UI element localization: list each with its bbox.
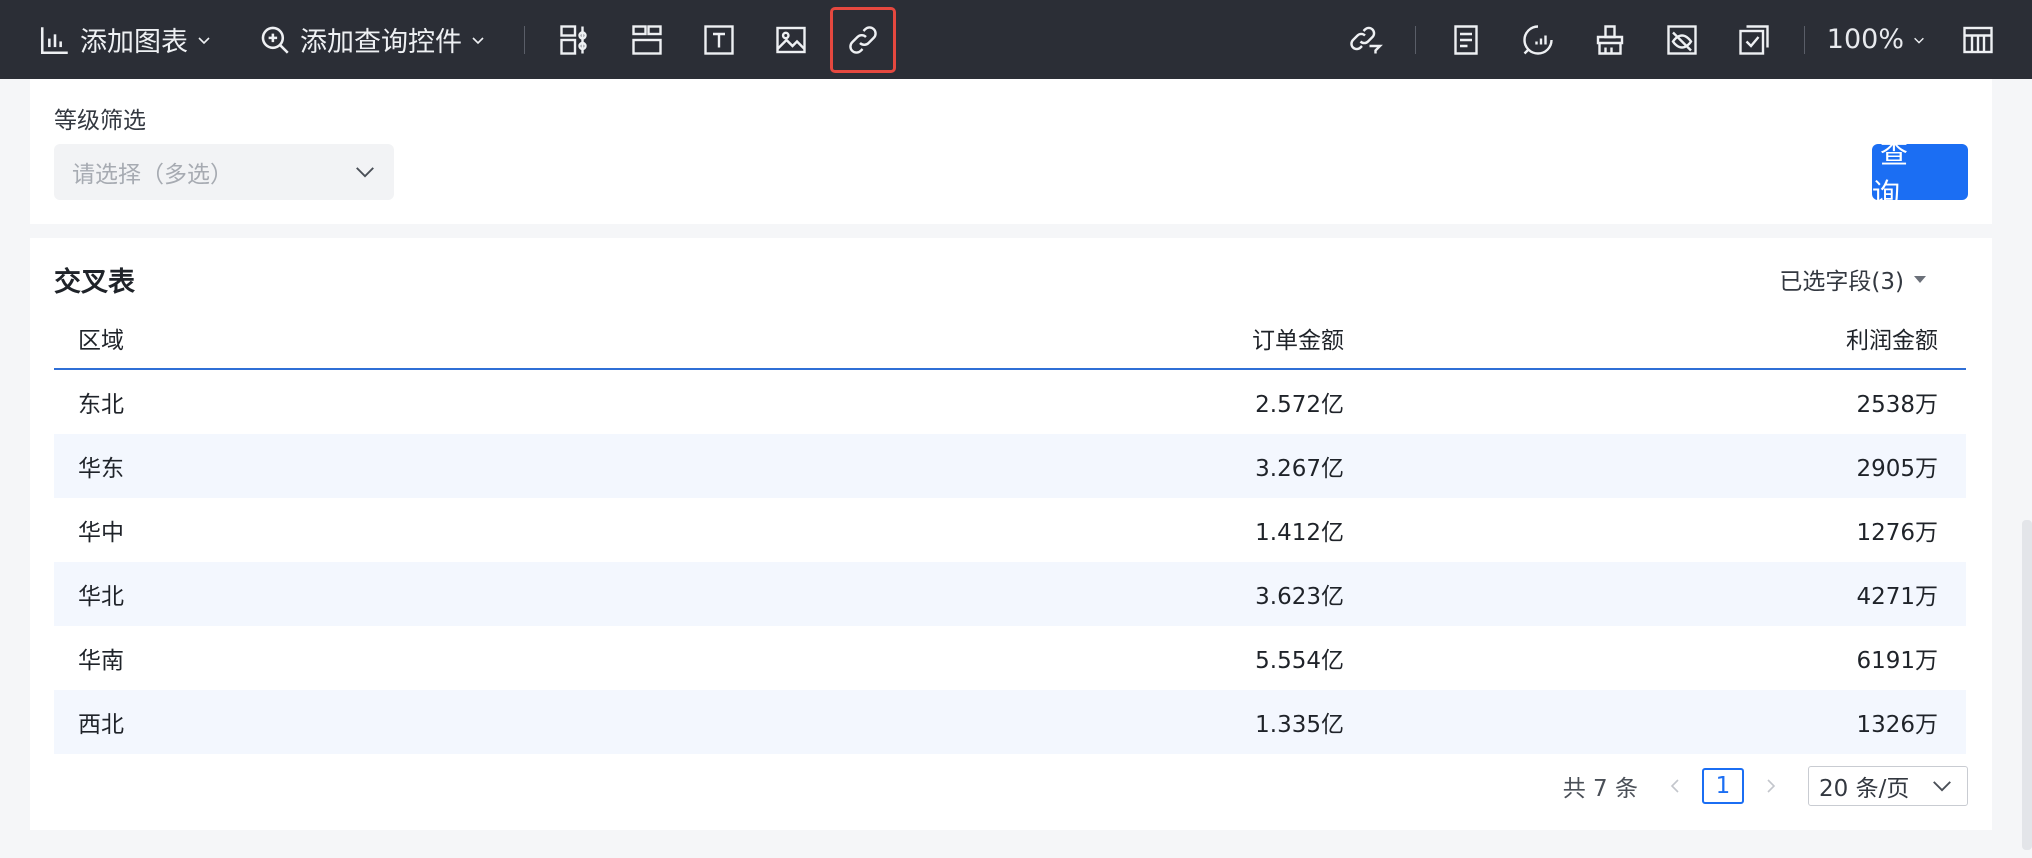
toolbar-divider bbox=[1414, 25, 1416, 54]
chevron-down-icon bbox=[1914, 37, 1924, 44]
cell-region: 华东 bbox=[78, 456, 124, 482]
query-button[interactable]: 查 询 bbox=[1872, 137, 1968, 210]
image-icon bbox=[776, 26, 806, 53]
pagination: 共 7 条 1 20 条/页 bbox=[1563, 766, 1968, 806]
top-toolbar: 添加图表 添加查询控件 100% bbox=[0, 0, 2032, 79]
layout-columns-icon bbox=[560, 24, 587, 55]
add-query-control-dropdown[interactable]: 添加查询控件 bbox=[258, 0, 486, 79]
chart-bar-icon bbox=[40, 26, 68, 54]
level-filter-select[interactable]: 请选择（多选） bbox=[54, 144, 394, 200]
chevron-down-icon bbox=[472, 36, 484, 44]
table-grid-icon bbox=[1963, 26, 1993, 53]
layout-rows-icon bbox=[632, 24, 662, 55]
table-header: 区域 订单金额 利润金额 bbox=[54, 308, 1966, 370]
column-header-profit-amount[interactable]: 利润金额 bbox=[1344, 321, 1966, 355]
crosstab-card: 交叉表 已选字段(3) 区域 订单金额 利润金额 东北 2.572亿 2538万… bbox=[30, 238, 1992, 830]
cell-profit-amount: 1326万 bbox=[1856, 712, 1938, 738]
cell-order-amount: 3.623亿 bbox=[1255, 584, 1344, 610]
crosstab-table: 区域 订单金额 利润金额 东北 2.572亿 2538万 华东 3.267亿 2… bbox=[54, 308, 1966, 754]
cell-order-amount: 1.412亿 bbox=[1255, 520, 1344, 546]
add-chart-label: 添加图表 bbox=[80, 27, 188, 58]
hide-button[interactable] bbox=[1652, 10, 1712, 70]
cell-profit-amount: 6191万 bbox=[1856, 648, 1938, 674]
toolbar-divider bbox=[524, 25, 525, 54]
cell-profit-amount: 4271万 bbox=[1856, 584, 1938, 610]
text-box-button[interactable] bbox=[689, 10, 749, 70]
image-button[interactable] bbox=[761, 10, 821, 70]
cell-profit-amount: 2538万 bbox=[1856, 392, 1938, 418]
cell-region: 西北 bbox=[78, 712, 124, 738]
selected-fields-label: 已选字段(3) bbox=[1779, 269, 1904, 295]
cell-profit-amount: 1276万 bbox=[1856, 520, 1938, 546]
cell-region: 华北 bbox=[78, 584, 124, 610]
add-query-control-label: 添加查询控件 bbox=[300, 27, 462, 58]
link-filter-icon bbox=[1350, 26, 1383, 53]
layout-columns-button[interactable] bbox=[545, 10, 605, 70]
level-filter-label: 等级筛选 bbox=[54, 108, 146, 134]
prev-page-button[interactable] bbox=[1656, 778, 1696, 794]
page-scrollbar[interactable] bbox=[2022, 520, 2032, 850]
cell-order-amount: 5.554亿 bbox=[1255, 648, 1344, 674]
cell-profit-amount: 2905万 bbox=[1856, 456, 1938, 482]
table-row: 华南 5.554亿 6191万 bbox=[54, 626, 1966, 690]
selected-fields-dropdown[interactable]: 已选字段(3) bbox=[1779, 262, 1928, 296]
zoom-plus-icon bbox=[261, 26, 289, 54]
hide-eye-icon bbox=[1667, 24, 1697, 55]
brush-icon bbox=[1596, 24, 1623, 55]
link-button[interactable] bbox=[830, 6, 896, 73]
query-filter-card: 等级筛选 请选择（多选） 查 询 bbox=[30, 79, 1992, 224]
pagination-total: 共 7 条 bbox=[1562, 776, 1638, 802]
link-filter-button[interactable] bbox=[1335, 10, 1395, 70]
caret-down-icon bbox=[1914, 276, 1926, 283]
column-header-region[interactable]: 区域 bbox=[54, 321, 754, 355]
cell-order-amount: 1.335亿 bbox=[1255, 712, 1344, 738]
chat-analysis-button[interactable] bbox=[1508, 10, 1568, 70]
next-page-button[interactable] bbox=[1750, 778, 1790, 794]
table-row: 华中 1.412亿 1276万 bbox=[54, 498, 1966, 562]
zoom-dropdown[interactable]: 100% bbox=[1827, 24, 1926, 55]
chevron-left-icon bbox=[1670, 779, 1679, 793]
table-row: 西北 1.335亿 1326万 bbox=[54, 690, 1966, 754]
report-icon bbox=[1454, 24, 1478, 55]
chevron-right-icon bbox=[1767, 779, 1776, 793]
zoom-level: 100% bbox=[1826, 24, 1904, 55]
cell-region: 华中 bbox=[78, 520, 124, 546]
report-button[interactable] bbox=[1436, 10, 1496, 70]
toolbar-divider bbox=[1803, 25, 1805, 54]
layout-rows-button[interactable] bbox=[617, 10, 677, 70]
check-button[interactable] bbox=[1724, 10, 1784, 70]
table-grid-button[interactable] bbox=[1948, 10, 2008, 70]
cell-order-amount: 2.572亿 bbox=[1255, 392, 1344, 418]
brush-button[interactable] bbox=[1580, 10, 1640, 70]
cell-region: 东北 bbox=[78, 392, 124, 418]
page-size-value: 20 条/页 bbox=[1819, 776, 1910, 802]
chevron-down-icon bbox=[1933, 781, 1951, 792]
cell-order-amount: 3.267亿 bbox=[1255, 456, 1344, 482]
column-header-order-amount[interactable]: 订单金额 bbox=[754, 321, 1344, 355]
page-number-current[interactable]: 1 bbox=[1702, 768, 1744, 804]
check-box-icon bbox=[1739, 24, 1769, 55]
cell-region: 华南 bbox=[78, 648, 124, 674]
text-box-icon bbox=[704, 24, 734, 55]
card-title: 交叉表 bbox=[54, 267, 135, 298]
add-chart-dropdown[interactable]: 添加图表 bbox=[38, 0, 212, 79]
table-row: 东北 2.572亿 2538万 bbox=[54, 370, 1966, 434]
table-row: 华东 3.267亿 2905万 bbox=[54, 434, 1966, 498]
link-icon bbox=[849, 25, 877, 54]
chevron-down-icon bbox=[356, 167, 374, 178]
page-size-select[interactable]: 20 条/页 bbox=[1808, 766, 1968, 806]
table-row: 华北 3.623亿 4271万 bbox=[54, 562, 1966, 626]
chat-analysis-icon bbox=[1523, 24, 1553, 55]
level-filter-placeholder: 请选择（多选） bbox=[72, 162, 233, 188]
chevron-down-icon bbox=[198, 36, 210, 44]
